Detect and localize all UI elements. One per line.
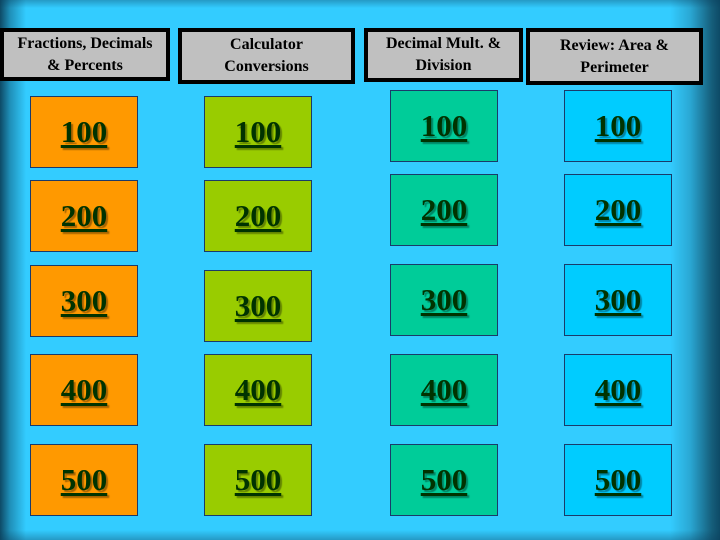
tile-cat3-300[interactable]: 300 xyxy=(390,264,498,336)
tile-cat2-300[interactable]: 300 xyxy=(204,270,312,342)
tile-value[interactable]: 500 xyxy=(235,462,282,498)
tile-value[interactable]: 200 xyxy=(595,192,642,228)
tile-value[interactable]: 100 xyxy=(421,108,468,144)
tile-value[interactable]: 400 xyxy=(421,372,468,408)
tile-cat1-100[interactable]: 100 xyxy=(30,96,138,168)
tile-cat2-100[interactable]: 100 xyxy=(204,96,312,168)
tile-cat4-400[interactable]: 400 xyxy=(564,354,672,426)
category-header-3: Decimal Mult. & Division xyxy=(364,28,523,82)
tile-cat1-200[interactable]: 200 xyxy=(30,180,138,252)
category-header-4: Review: Area & Perimeter xyxy=(526,28,703,85)
tile-cat4-100[interactable]: 100 xyxy=(564,90,672,162)
tile-value[interactable]: 500 xyxy=(421,462,468,498)
tile-value[interactable]: 400 xyxy=(595,372,642,408)
tile-value[interactable]: 100 xyxy=(235,114,282,150)
tile-cat2-200[interactable]: 200 xyxy=(204,180,312,252)
tile-value[interactable]: 100 xyxy=(61,114,108,150)
tile-cat4-300[interactable]: 300 xyxy=(564,264,672,336)
tile-cat3-400[interactable]: 400 xyxy=(390,354,498,426)
tile-cat3-100[interactable]: 100 xyxy=(390,90,498,162)
tile-cat3-500[interactable]: 500 xyxy=(390,444,498,516)
tile-cat2-400[interactable]: 400 xyxy=(204,354,312,426)
tile-value[interactable]: 100 xyxy=(595,108,642,144)
tile-value[interactable]: 400 xyxy=(61,372,108,408)
tile-value[interactable]: 300 xyxy=(61,283,108,319)
tile-cat3-200[interactable]: 200 xyxy=(390,174,498,246)
tile-value[interactable]: 300 xyxy=(235,288,282,324)
tile-cat2-500[interactable]: 500 xyxy=(204,444,312,516)
tile-value[interactable]: 500 xyxy=(595,462,642,498)
tile-value[interactable]: 300 xyxy=(421,282,468,318)
tile-cat4-500[interactable]: 500 xyxy=(564,444,672,516)
tile-value[interactable]: 300 xyxy=(595,282,642,318)
tile-value[interactable]: 400 xyxy=(235,372,282,408)
tile-cat1-500[interactable]: 500 xyxy=(30,444,138,516)
tile-cat4-200[interactable]: 200 xyxy=(564,174,672,246)
category-header-2: Calculator Conversions xyxy=(178,28,355,84)
tile-cat1-300[interactable]: 300 xyxy=(30,265,138,337)
tile-value[interactable]: 200 xyxy=(421,192,468,228)
category-header-1: Fractions, Decimals & Percents xyxy=(0,28,170,81)
tile-value[interactable]: 200 xyxy=(61,198,108,234)
tile-cat1-400[interactable]: 400 xyxy=(30,354,138,426)
tile-value[interactable]: 500 xyxy=(61,462,108,498)
tile-value[interactable]: 200 xyxy=(235,198,282,234)
